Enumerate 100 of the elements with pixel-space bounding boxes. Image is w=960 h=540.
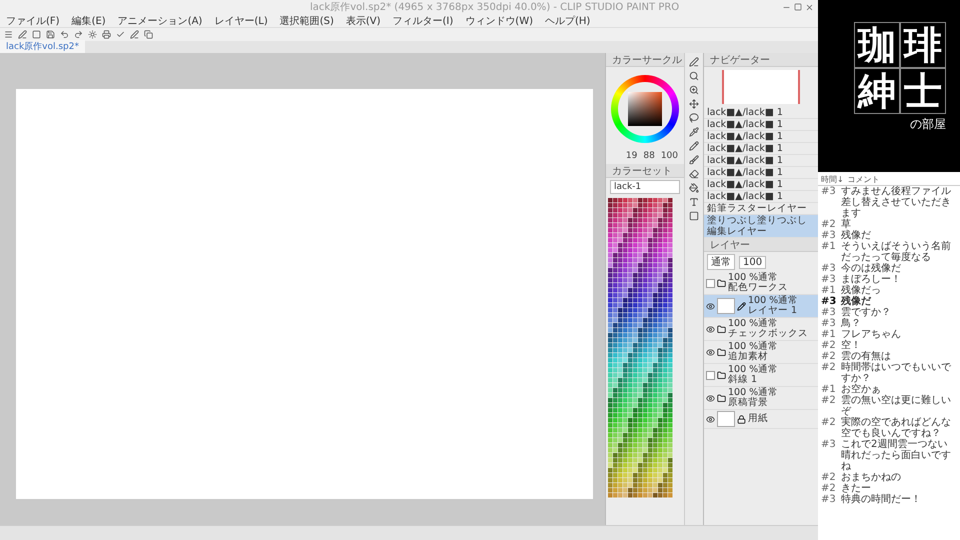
- blend-mode-dropdown[interactable]: 通常: [707, 254, 735, 270]
- pen-icon[interactable]: [689, 57, 699, 67]
- comment-text: すみません後程ファイル差し替えさせていただきます: [841, 186, 952, 219]
- layer-thumbnail: [717, 298, 735, 314]
- comment-user: #2: [821, 417, 837, 430]
- folder-icon: [717, 278, 726, 288]
- saturation-square[interactable]: [628, 92, 662, 126]
- visibility-toggle[interactable]: [706, 394, 715, 402]
- visibility-toggle[interactable]: [706, 302, 715, 310]
- comment-user: #2: [821, 351, 837, 362]
- text-tool-icon[interactable]: [689, 197, 699, 207]
- eyedropper-icon[interactable]: [689, 127, 699, 137]
- layer-name: 配色ワークス: [728, 283, 788, 293]
- pen-icon[interactable]: [18, 30, 27, 39]
- column-header[interactable]: コメント: [848, 174, 880, 185]
- menu-item[interactable]: ウィンドウ(W): [465, 14, 533, 28]
- menu-item[interactable]: 編集(E): [72, 14, 106, 28]
- rectangle-icon[interactable]: [689, 211, 699, 221]
- document-tab[interactable]: lack原作vol.sp2*: [0, 40, 85, 53]
- list-item[interactable]: lack■▲/lack■ 1: [704, 143, 818, 155]
- navigator-preview[interactable]: [722, 70, 800, 104]
- brush-icon[interactable]: [689, 155, 699, 165]
- comment-text: まぼろしー！: [841, 274, 902, 285]
- menu-item[interactable]: フィルター(I): [392, 14, 454, 28]
- copy-icon[interactable]: [144, 30, 153, 39]
- layer-info: 100 %通常: [728, 319, 780, 329]
- menu-item[interactable]: アニメーション(A): [118, 14, 202, 28]
- printer-icon[interactable]: [102, 30, 111, 39]
- brightness-icon[interactable]: [88, 30, 97, 39]
- column-header[interactable]: 時間↓: [821, 174, 844, 185]
- comment-text: 雲の無い空は更に難しいぞ: [841, 395, 952, 417]
- move-icon[interactable]: [689, 99, 699, 109]
- list-item[interactable]: lack■▲/lack■ 1: [704, 119, 818, 131]
- list-item[interactable]: lack■▲/lack■ 1: [704, 179, 818, 191]
- layer-name: 追加素材: [728, 352, 769, 362]
- undo-icon[interactable]: [60, 30, 69, 39]
- folder-icon: [717, 394, 726, 402]
- layer-info: 100 %通常: [728, 388, 778, 398]
- comment-user: #3: [821, 263, 837, 274]
- list-item[interactable]: 塗りつぶし塗りつぶし編集レイヤー: [704, 215, 818, 238]
- comment-user: #3: [821, 296, 838, 307]
- comment-user: #3: [821, 230, 837, 241]
- logo-character: 紳: [855, 69, 899, 113]
- folder-icon: [717, 324, 726, 334]
- save-icon[interactable]: [46, 30, 55, 39]
- comment-user: #1: [821, 241, 837, 254]
- comment-user: #3: [821, 307, 837, 318]
- opacity-field[interactable]: 100: [739, 256, 766, 268]
- color-value: 88: [643, 151, 655, 161]
- comment-user: #2: [821, 219, 837, 230]
- search-icon[interactable]: [689, 71, 699, 81]
- layer-thumbnail: [717, 411, 735, 427]
- menu-item[interactable]: ファイル(F): [6, 14, 60, 28]
- comment-text: 雲の有無は: [841, 351, 892, 362]
- list-item[interactable]: lack■▲/lack■ 1: [704, 167, 818, 179]
- color-swatches-drawing[interactable]: [608, 198, 673, 498]
- color-value: 19: [626, 151, 638, 161]
- comment-text: そういえばそういう名前だったって毎度なる: [841, 241, 952, 263]
- check-icon[interactable]: [116, 30, 125, 39]
- comment-user: #2: [821, 483, 837, 494]
- comment-text: 雲ですか？: [841, 307, 892, 318]
- redo-icon[interactable]: [74, 30, 83, 39]
- visibility-toggle[interactable]: [706, 278, 715, 288]
- list-item[interactable]: lack■▲/lack■ 1: [704, 107, 818, 119]
- paint-bucket-icon[interactable]: [689, 183, 699, 193]
- lock-icon: [737, 414, 746, 424]
- eraser-icon[interactable]: [689, 169, 699, 179]
- menu-icon[interactable]: [4, 30, 13, 39]
- list-item[interactable]: lack■▲/lack■ 1: [704, 155, 818, 167]
- logo-character: 珈: [855, 23, 899, 67]
- comment-text: これで2週間雲一つない晴れだったら面白いですね: [841, 439, 952, 472]
- layer-info: 100 %通常: [728, 365, 778, 375]
- layer-row[interactable]: 100 %通常 レイヤー 1: [704, 295, 818, 318]
- list-item[interactable]: lack■▲/lack■ 1: [704, 131, 818, 143]
- comment-text: 空！: [841, 340, 862, 351]
- menu-item[interactable]: ヘルプ(H): [545, 14, 590, 28]
- layer-row[interactable]: 用紙: [704, 410, 818, 429]
- menu-item[interactable]: レイヤー(L): [214, 14, 268, 28]
- comment-user: #3: [821, 186, 837, 199]
- close-icon[interactable]: [805, 2, 814, 12]
- maximize-icon[interactable]: [794, 3, 802, 11]
- visibility-toggle[interactable]: [706, 324, 715, 334]
- menu-item[interactable]: 表示(V): [346, 14, 381, 28]
- comment-user: #1: [821, 329, 837, 340]
- new-file-icon[interactable]: [32, 30, 41, 39]
- zoom-icon[interactable]: [689, 85, 699, 95]
- comment-text: 特典の時間だー！: [841, 494, 922, 505]
- comment-user: #2: [821, 362, 837, 375]
- comment-text: 草: [841, 219, 851, 230]
- color-set-dropdown[interactable]: lack-1: [610, 180, 680, 194]
- pencil-icon[interactable]: [689, 141, 699, 151]
- comment-text: 実際の空であればどんな空でも良いんですね？: [841, 417, 952, 439]
- visibility-toggle[interactable]: [706, 414, 715, 424]
- visibility-toggle[interactable]: [706, 348, 715, 356]
- comment-text: フレアちゃん: [841, 329, 902, 340]
- menu-item[interactable]: 選択範囲(S): [280, 14, 334, 28]
- visibility-toggle[interactable]: [706, 370, 715, 380]
- lasso-icon[interactable]: [689, 113, 699, 123]
- logo-character: 琲: [901, 23, 945, 67]
- comment-text: 今のは残像だ: [841, 263, 902, 274]
